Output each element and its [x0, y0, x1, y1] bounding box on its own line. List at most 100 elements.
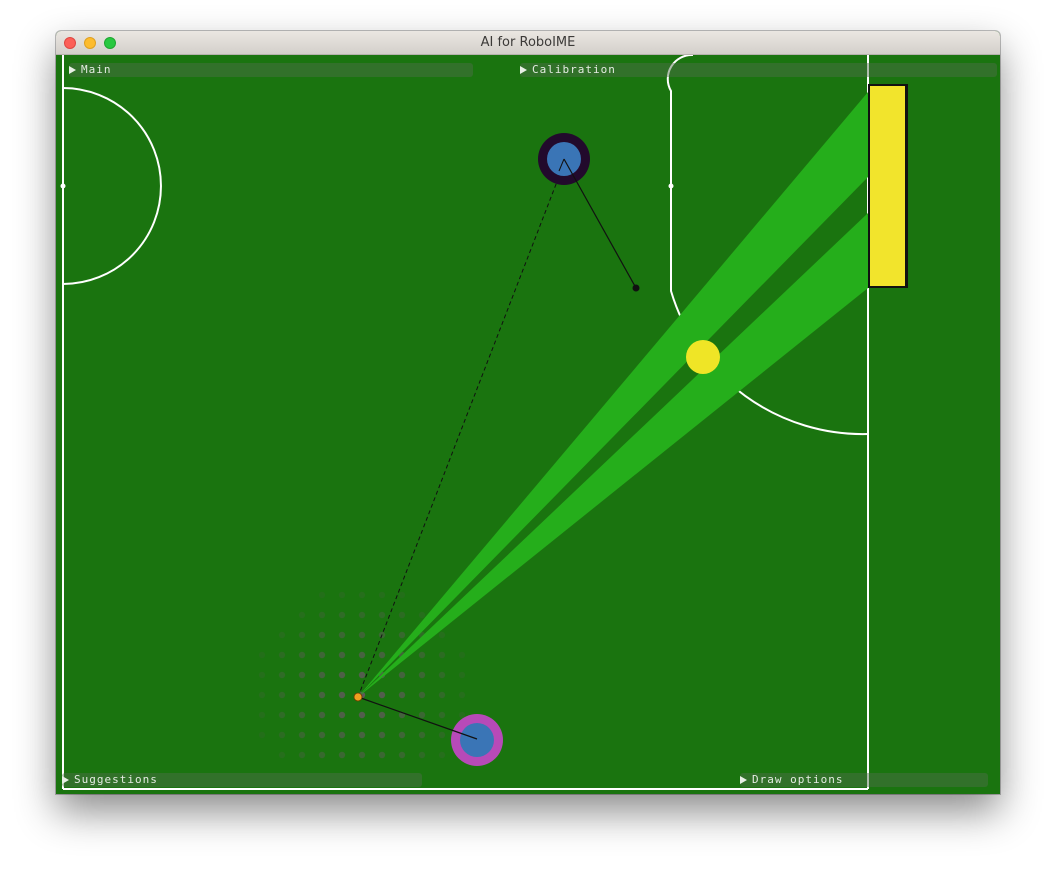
heatmap-dot: [358, 711, 366, 719]
heatmap-dot: [378, 731, 386, 739]
heatmap-dot: [318, 711, 326, 719]
heatmap-dot: [358, 591, 366, 599]
heatmap-dot: [418, 651, 426, 659]
heatmap-dot: [438, 731, 446, 739]
heatmap-dot: [258, 671, 266, 679]
heatmap-dot: [458, 691, 466, 699]
heatmap-dot: [318, 591, 326, 599]
suggestions-panel-header[interactable]: Suggestions: [62, 773, 422, 787]
heatmap-dot: [358, 671, 366, 679]
heatmap-dot: [398, 691, 406, 699]
field-canvas[interactable]: [56, 55, 1000, 794]
heatmap-dot: [318, 731, 326, 739]
heatmap-dot: [358, 611, 366, 619]
heatmap-dot: [338, 651, 346, 659]
heatmap-dot: [418, 671, 426, 679]
penalty-mark: [668, 183, 674, 189]
heatmap-dot: [258, 651, 266, 659]
disclosure-triangle-icon: [69, 66, 76, 74]
heatmap-dot: [358, 631, 366, 639]
disclosure-triangle-icon: [520, 66, 527, 74]
window-title: AI for RoboIME: [480, 35, 576, 50]
heatmap-dot: [278, 731, 286, 739]
heatmap-dot: [438, 751, 446, 759]
heatmap-dot: [338, 671, 346, 679]
heatmap-dot: [378, 691, 386, 699]
main-panel-label: Main: [81, 63, 112, 76]
heatmap-dot: [318, 691, 326, 699]
calibration-panel-label: Calibration: [532, 63, 616, 76]
heatmap-dot: [278, 671, 286, 679]
heatmap-dot: [438, 671, 446, 679]
robot-bottom[interactable]: [460, 723, 494, 757]
heatmap-dot: [338, 711, 346, 719]
heatmap-dot: [338, 751, 346, 759]
heatmap-dot: [298, 751, 306, 759]
heatmap-dot: [358, 651, 366, 659]
heatmap-dot: [298, 711, 306, 719]
heatmap-dot: [278, 691, 286, 699]
heatmap-dot: [258, 731, 266, 739]
kick-point[interactable]: [353, 692, 363, 702]
heatmap-dot: [318, 651, 326, 659]
heatmap-dot: [278, 751, 286, 759]
heatmap-dot: [258, 691, 266, 699]
ball[interactable]: [686, 340, 720, 374]
disclosure-triangle-icon: [62, 776, 69, 784]
disclosure-triangle-icon: [740, 776, 747, 784]
app-window: AI for RoboIME Main Calibration Suggesti…: [56, 31, 1000, 794]
heatmap-dot: [298, 671, 306, 679]
heatmap-dot: [318, 671, 326, 679]
heatmap-dot: [318, 631, 326, 639]
main-panel-header[interactable]: Main: [69, 63, 473, 77]
heatmap-dot: [438, 711, 446, 719]
heatmap-dot: [298, 651, 306, 659]
heatmap-dot: [298, 731, 306, 739]
heatmap-dot: [338, 611, 346, 619]
draw-options-panel-label: Draw options: [752, 773, 844, 786]
heatmap-dot: [418, 711, 426, 719]
heatmap-dot: [338, 591, 346, 599]
heatmap-dot: [338, 691, 346, 699]
robot-top-target-point: [632, 284, 640, 292]
heatmap-dot: [398, 731, 406, 739]
title-bar[interactable]: AI for RoboIME: [56, 31, 1000, 55]
heatmap-dot: [438, 691, 446, 699]
heatmap-dot: [358, 731, 366, 739]
heatmap-dot: [458, 671, 466, 679]
heatmap-dot: [458, 711, 466, 719]
heatmap-dot: [418, 691, 426, 699]
heatmap-dot: [318, 611, 326, 619]
heatmap-dot: [438, 651, 446, 659]
heatmap-dot: [378, 651, 386, 659]
draw-options-panel-header[interactable]: Draw options: [740, 773, 988, 787]
heatmap-dot: [398, 671, 406, 679]
goal: [870, 86, 905, 286]
heatmap-dot: [278, 651, 286, 659]
heatmap-dot: [418, 611, 426, 619]
heatmap-dot: [358, 751, 366, 759]
center-mark: [60, 183, 66, 189]
heatmap-dot: [418, 731, 426, 739]
heatmap-dot: [418, 751, 426, 759]
heatmap-dot: [338, 731, 346, 739]
heatmap-dot: [298, 611, 306, 619]
heatmap-dot: [278, 711, 286, 719]
heatmap-dot: [398, 751, 406, 759]
heatmap-dot: [458, 651, 466, 659]
calibration-panel-header[interactable]: Calibration: [520, 63, 997, 77]
heatmap-dot: [398, 611, 406, 619]
heatmap-dot: [278, 631, 286, 639]
heatmap-dot: [378, 591, 386, 599]
soccer-field-view[interactable]: Main Calibration Suggestions Draw option…: [56, 55, 1000, 794]
heatmap-dot: [378, 611, 386, 619]
heatmap-dot: [378, 711, 386, 719]
suggestions-panel-label: Suggestions: [74, 773, 158, 786]
heatmap-dot: [438, 631, 446, 639]
heatmap-dot: [378, 751, 386, 759]
heatmap-dot: [258, 711, 266, 719]
heatmap-dot: [338, 631, 346, 639]
heatmap-dot: [298, 631, 306, 639]
heatmap-dot: [398, 591, 406, 599]
heatmap-dot: [398, 631, 406, 639]
